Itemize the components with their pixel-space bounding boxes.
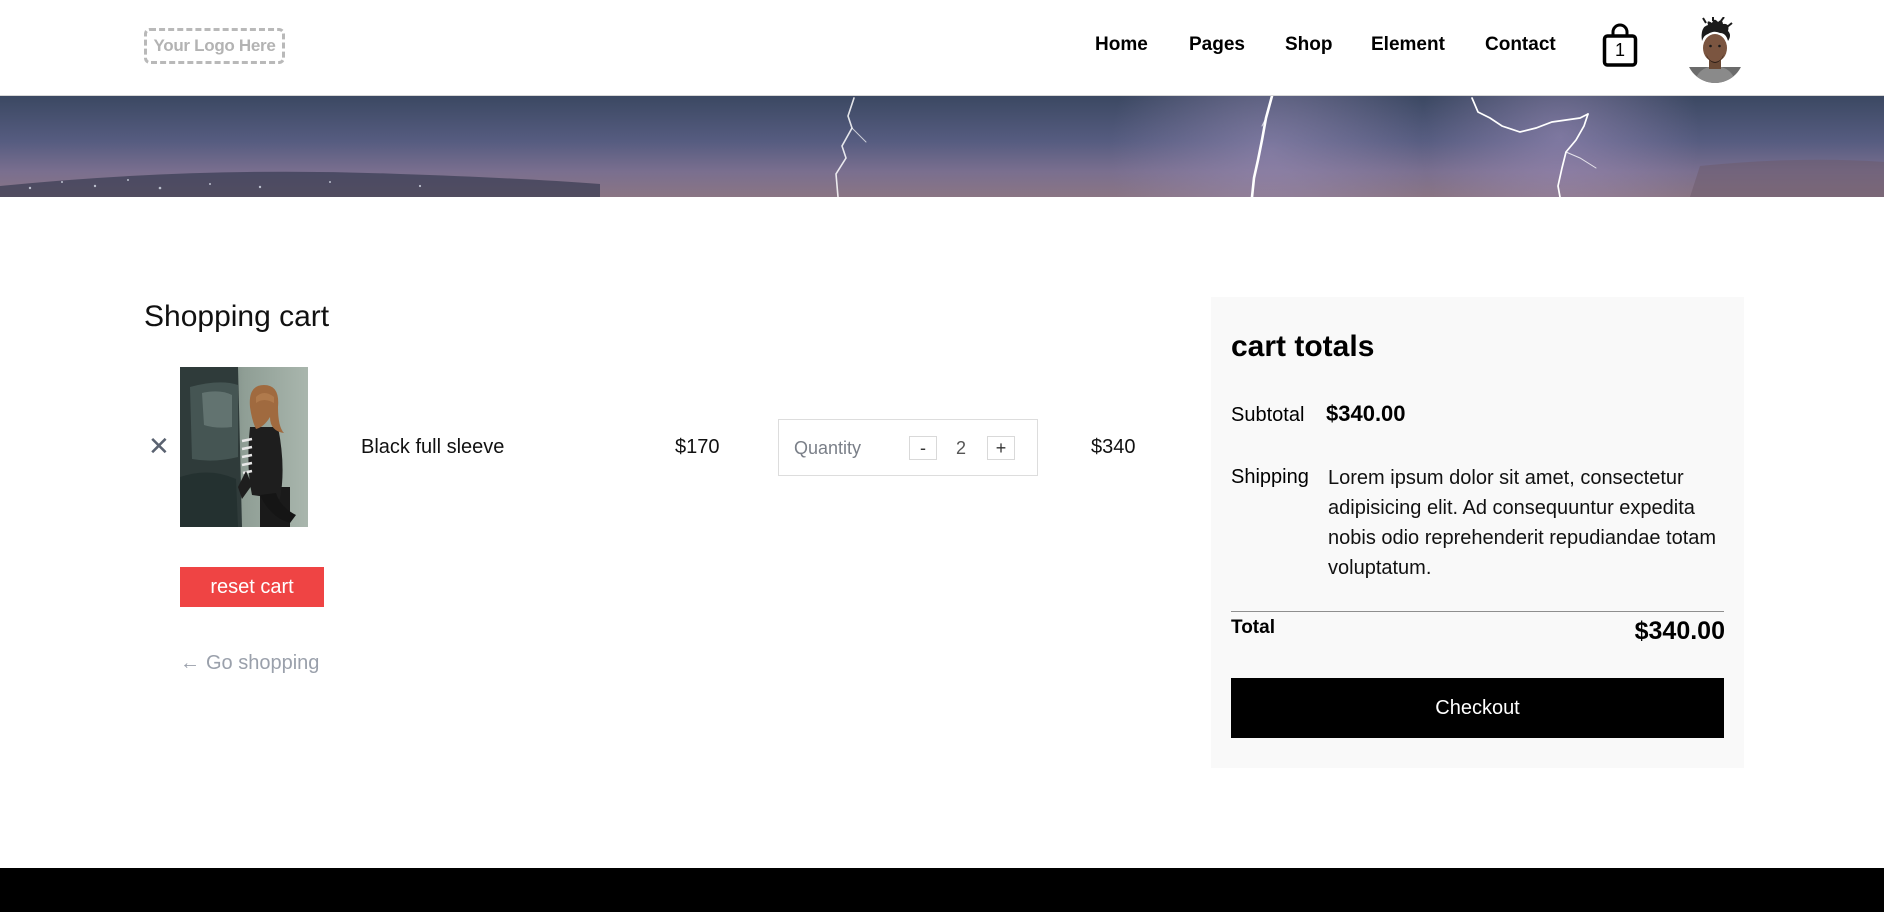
quantity-value[interactable]: 2 <box>951 437 971 459</box>
cart-count-badge: 1 <box>1614 40 1625 60</box>
avatar[interactable] <box>1686 16 1744 85</box>
nav-shop[interactable]: Shop <box>1285 32 1333 58</box>
totals-divider <box>1231 611 1724 612</box>
cart-totals-panel: cart totals Subtotal $340.00 Shipping Lo… <box>1211 297 1744 768</box>
reset-cart-button[interactable]: reset cart <box>180 567 324 607</box>
line-total: $340 <box>1091 436 1136 458</box>
total-value: $340.00 <box>1634 617 1725 645</box>
go-shopping-link[interactable]: ← Go shopping <box>180 651 319 675</box>
cart-title: Shopping cart <box>144 300 330 333</box>
user-avatar-image <box>1686 16 1744 83</box>
site-footer <box>0 868 1884 912</box>
arrow-left-icon: ← <box>180 652 200 674</box>
cart-bag-button[interactable]: 1 <box>1602 22 1638 68</box>
quantity-increase-button[interactable]: + <box>987 436 1015 460</box>
nav-home[interactable]: Home <box>1095 32 1148 58</box>
subtotal-label: Subtotal <box>1231 404 1305 426</box>
shipping-label: Shipping <box>1231 466 1309 488</box>
remove-item-icon[interactable]: ✕ <box>148 433 170 459</box>
go-shopping-label: Go shopping <box>206 652 320 674</box>
quantity-label: Quantity <box>794 438 862 458</box>
site-header: Your Logo Here Home Pages Shop Element C… <box>0 0 1884 96</box>
nav-contact[interactable]: Contact <box>1485 32 1556 58</box>
checkout-button[interactable]: Checkout <box>1231 678 1724 738</box>
shipping-description: Lorem ipsum dolor sit amet, consectetur … <box>1328 467 1717 579</box>
quantity-stepper: Quantity - 2 + <box>778 419 1038 476</box>
hero-banner <box>0 96 1884 197</box>
product-photo <box>180 367 308 527</box>
nav-pages[interactable]: Pages <box>1189 32 1245 58</box>
total-label: Total <box>1231 617 1275 638</box>
logo[interactable]: Your Logo Here <box>144 28 285 64</box>
product-price: $170 <box>675 436 720 458</box>
product-name[interactable]: Black full sleeve <box>361 435 504 459</box>
lightning-storm-image <box>0 96 1884 197</box>
quantity-decrease-button[interactable]: - <box>909 436 937 460</box>
cart-totals-title: cart totals <box>1231 330 1375 363</box>
subtotal-value: $340.00 <box>1326 401 1406 426</box>
product-image <box>180 367 308 527</box>
nav-element[interactable]: Element <box>1371 32 1445 58</box>
